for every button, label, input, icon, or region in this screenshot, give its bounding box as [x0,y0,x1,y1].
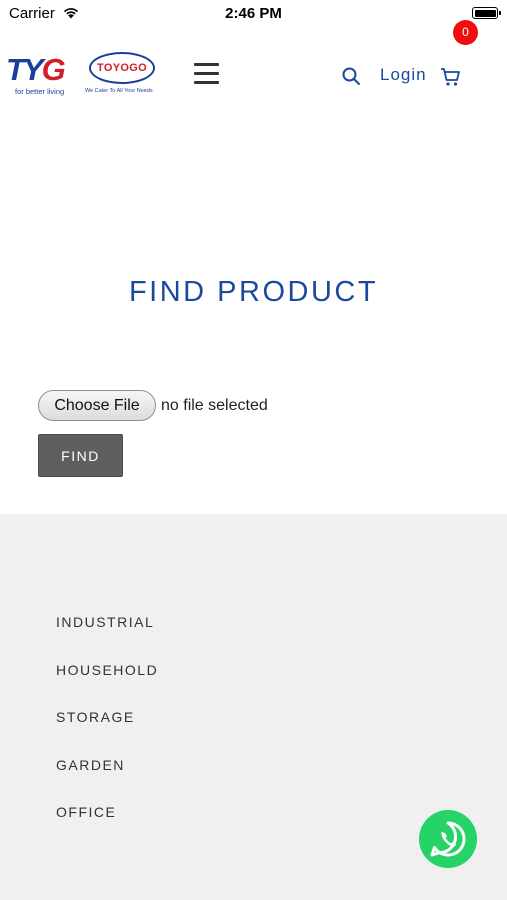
tyg-logo[interactable]: TYG for better living [6,54,80,98]
search-icon[interactable] [341,66,361,86]
toyogo-logo-tagline: We Cater To All Your Needs [85,88,153,94]
login-link[interactable]: Login [380,65,427,85]
toyogo-logo[interactable]: TOYOGO We Cater To All Your Needs [84,50,164,100]
whatsapp-button[interactable] [419,810,477,868]
tyg-logo-g: G [41,52,66,87]
footer-link-industrial[interactable]: INDUSTRIAL [56,614,154,630]
tyg-logo-tagline: for better living [15,87,65,96]
page-title: FIND PRODUCT [128,276,379,308]
choose-file-button[interactable]: Choose File [38,390,156,421]
tyg-logo-mark: TYG [6,52,66,87]
footer-link-household[interactable]: HOUSEHOLD [56,662,158,678]
whatsapp-icon [430,821,466,857]
find-button[interactable]: FIND [38,434,123,477]
site-header: TYG for better living TOYOGO We Cater To… [0,40,507,110]
toyogo-logo-word: TOYOGO [97,62,147,74]
cart-count-badge: 0 [453,20,478,45]
status-bar: Carrier 2:46 PM [0,0,507,28]
footer-link-garden[interactable]: GARDEN [56,757,125,773]
hamburger-menu-icon[interactable] [194,61,220,85]
toyogo-logo-oval: TOYOGO [89,52,155,84]
battery-icon [472,7,501,19]
clock: 2:46 PM [225,5,282,22]
cart-icon[interactable] [440,67,462,87]
tyg-logo-letters: TY [6,52,44,87]
footer-link-office[interactable]: OFFICE [56,804,116,820]
file-status-text: no file selected [161,397,268,414]
footer-link-storage[interactable]: STORAGE [56,709,135,725]
